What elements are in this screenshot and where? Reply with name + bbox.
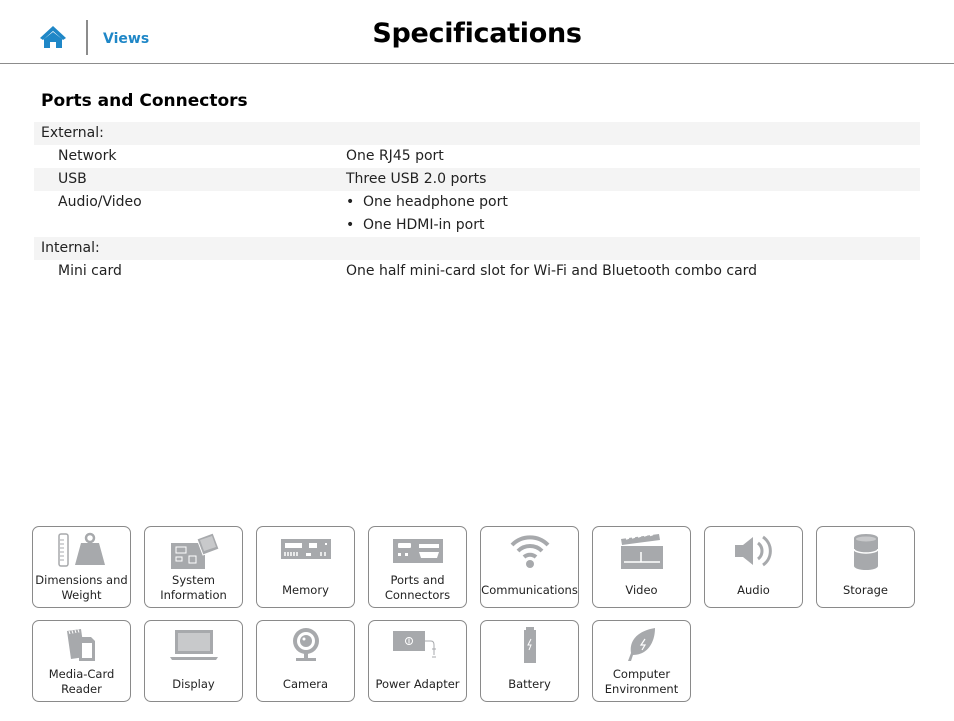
spec-value: One RJ45 port xyxy=(346,148,444,164)
spec-row-network: Network One RJ45 port xyxy=(34,145,920,168)
spec-row-audio-video-cont: • One HDMI-in port xyxy=(34,214,920,237)
tile-label: Display xyxy=(172,677,215,691)
tile-dimensions-and-weight[interactable]: Dimensions and Weight xyxy=(32,526,131,608)
tile-video[interactable]: Video xyxy=(592,526,691,608)
spec-row-audio-video: Audio/Video • One headphone port xyxy=(34,191,920,214)
power-adapter-icon xyxy=(393,631,436,658)
group-row-external: External: xyxy=(34,122,920,145)
tile-memory[interactable]: Memory xyxy=(256,526,355,608)
leaf-icon xyxy=(628,628,655,661)
tile-label: Power Adapter xyxy=(375,677,460,691)
tile-label: Communications xyxy=(481,583,578,597)
tile-label: System Information xyxy=(160,573,227,602)
laptop-display-icon xyxy=(170,630,218,660)
clapperboard-icon xyxy=(621,533,663,569)
spec-value: One headphone port xyxy=(363,194,508,210)
tile-power-adapter[interactable]: Power Adapter xyxy=(368,620,467,702)
group-label: Internal: xyxy=(41,240,100,256)
tile-label: Ports and Connectors xyxy=(384,573,451,602)
media-card-icon xyxy=(67,629,95,661)
bullet: • xyxy=(346,217,355,233)
memory-module-icon xyxy=(281,539,331,559)
tile-storage[interactable]: Storage xyxy=(816,526,915,608)
spec-key: USB xyxy=(58,171,87,187)
wifi-icon xyxy=(510,535,550,568)
spec-value: One HDMI-in port xyxy=(363,217,485,233)
tile-label: Dimensions and Weight xyxy=(35,573,128,602)
tile-label: Computer Environment xyxy=(604,667,679,696)
tile-ports-and-connectors[interactable]: Ports and Connectors xyxy=(368,526,467,608)
tile-display[interactable]: Display xyxy=(144,620,243,702)
tile-label: Video xyxy=(625,583,658,597)
spec-key: Audio/Video xyxy=(58,194,142,210)
spec-row-usb: USB Three USB 2.0 ports xyxy=(34,168,920,191)
tile-label: Audio xyxy=(737,583,770,597)
tile-label: Camera xyxy=(282,677,329,691)
tile-media-card-reader[interactable]: Media-Card Reader xyxy=(32,620,131,702)
spec-key: Mini card xyxy=(58,263,122,279)
battery-icon xyxy=(524,627,536,663)
ports-icon xyxy=(393,539,443,563)
group-row-internal: Internal: xyxy=(34,237,920,260)
system-board-icon xyxy=(171,532,219,569)
tile-label: Battery xyxy=(508,677,551,691)
dimensions-weight-icon xyxy=(58,532,105,567)
tile-camera[interactable]: Camera xyxy=(256,620,355,702)
spec-key: Network xyxy=(58,148,117,164)
bullet: • xyxy=(346,194,355,210)
webcam-icon xyxy=(293,628,319,661)
tile-battery[interactable]: Battery xyxy=(480,620,579,702)
tile-communications[interactable]: Communications xyxy=(480,526,579,608)
tile-label: Memory xyxy=(282,583,329,597)
spec-table: External: Network One RJ45 port USB Thre… xyxy=(34,122,920,283)
header-bar: Views Specifications xyxy=(0,0,954,64)
group-label: External: xyxy=(41,125,104,141)
page-title: Specifications xyxy=(372,18,582,49)
spec-row-mini-card: Mini card One half mini-card slot for Wi… xyxy=(34,260,920,283)
speaker-icon xyxy=(735,535,772,567)
tile-label: Media-Card Reader xyxy=(48,667,115,696)
spec-value: Three USB 2.0 ports xyxy=(346,171,487,187)
storage-cylinder-icon xyxy=(853,534,879,570)
tile-audio[interactable]: Audio xyxy=(704,526,803,608)
section-title: Ports and Connectors xyxy=(41,91,248,111)
tile-system-information[interactable]: System Information xyxy=(144,526,243,608)
tile-computer-environment[interactable]: Computer Environment xyxy=(592,620,691,702)
spec-value: One half mini-card slot for Wi-Fi and Bl… xyxy=(346,263,758,279)
tile-label: Storage xyxy=(843,583,888,597)
